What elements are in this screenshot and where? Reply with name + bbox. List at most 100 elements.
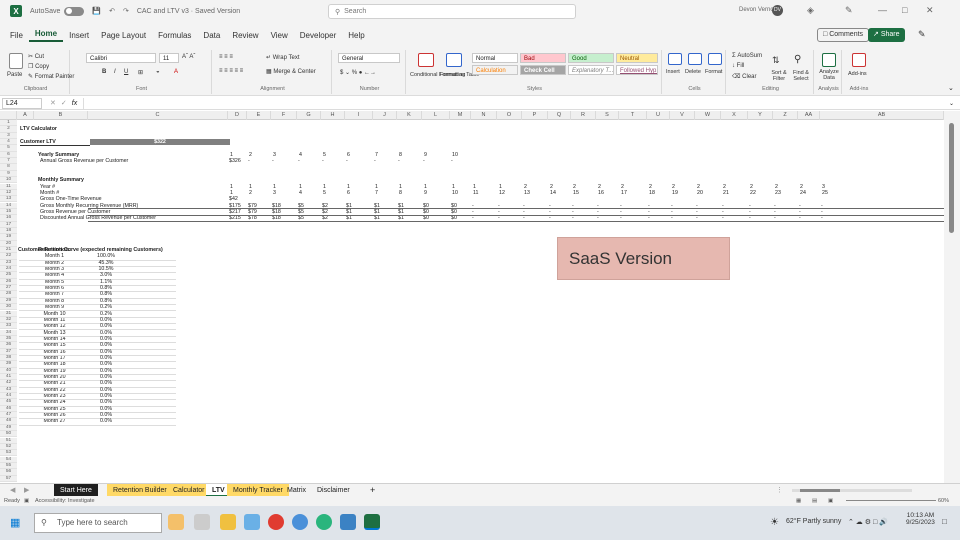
weather-app-icon[interactable] (168, 514, 184, 530)
find-select-button[interactable]: Find & Select (790, 70, 812, 82)
year-value[interactable]: 2 (649, 184, 652, 190)
task-view-icon[interactable] (194, 514, 210, 530)
month-value[interactable]: 15 (573, 190, 579, 196)
file-name[interactable]: CAC and LTV v3 · Saved Version (137, 8, 240, 15)
sort-filter-button[interactable]: Sort & Filter (768, 70, 790, 82)
format-table-icon[interactable] (446, 53, 462, 67)
column-header-p[interactable]: P (522, 111, 548, 120)
menu-data[interactable]: Data (197, 31, 226, 40)
app-icon[interactable] (244, 514, 260, 530)
annual-gross-value[interactable]: - (322, 158, 324, 164)
month-value[interactable]: 2 (249, 190, 252, 196)
row-header[interactable]: 5 (0, 145, 17, 152)
expand-formula-icon[interactable]: ⌄ (949, 100, 954, 107)
row-header[interactable]: 56 (0, 469, 17, 476)
row-header[interactable]: 51 (0, 437, 17, 444)
zoom-level[interactable]: 60% (938, 496, 949, 506)
style-bad[interactable]: Bad (520, 53, 566, 63)
sort-filter-icon[interactable]: ⇅ (772, 55, 780, 66)
column-header-t[interactable]: T (619, 111, 647, 120)
year-value[interactable]: 1 (347, 184, 350, 190)
month-value[interactable]: 19 (672, 190, 678, 196)
column-header-r[interactable]: R (571, 111, 596, 120)
menu-formulas[interactable]: Formulas (152, 31, 197, 40)
column-header-k[interactable]: K (397, 111, 422, 120)
column-header-l[interactable]: L (422, 111, 450, 120)
annual-gross-value[interactable]: - (398, 158, 400, 164)
year-number[interactable]: 9 (424, 152, 427, 158)
column-header-z[interactable]: Z (773, 111, 798, 120)
month-value[interactable]: 7 (375, 190, 378, 196)
worksheet-grid[interactable]: 1 2 3 4 5 6 7 8 9 10 11 12 13 14 15 16 17 18 19 20 21 22 23 24 2… (0, 120, 944, 483)
year-value[interactable]: 2 (672, 184, 675, 190)
menu-developer[interactable]: Developer (294, 31, 342, 40)
row-header[interactable]: 53 (0, 450, 17, 457)
fill-color-icon[interactable]: ◒ (156, 69, 160, 75)
year-number[interactable]: 6 (347, 152, 350, 158)
month-value[interactable]: 21 (723, 190, 729, 196)
annual-gross-value[interactable]: - (423, 158, 425, 164)
month-value[interactable]: 20 (697, 190, 703, 196)
redo-icon[interactable]: ↷ (123, 7, 129, 15)
column-header-j[interactable]: J (373, 111, 397, 120)
month-value[interactable]: 11 (473, 190, 479, 196)
month-value[interactable]: 24 (800, 190, 806, 196)
row-header[interactable]: 36 (0, 342, 17, 349)
paste-button[interactable]: Paste (7, 72, 22, 78)
month-value[interactable]: 6 (347, 190, 350, 196)
format-button[interactable]: Format (705, 69, 722, 75)
row-header[interactable]: 33 (0, 323, 17, 330)
style-good[interactable]: Good (568, 53, 614, 63)
column-header-v[interactable]: V (670, 111, 695, 120)
style-explanatory[interactable]: Explanatory T... (568, 65, 614, 75)
month-value[interactable]: 9 (424, 190, 427, 196)
row-header[interactable]: 30 (0, 304, 17, 311)
normal-view-icon[interactable]: ▦ (796, 496, 801, 506)
borders-icon[interactable]: ⊞ (138, 69, 143, 76)
year-value[interactable]: 1 (299, 184, 302, 190)
year-value[interactable]: 2 (697, 184, 700, 190)
month-value[interactable]: 8 (399, 190, 402, 196)
page-break-icon[interactable]: ▣ (828, 496, 833, 506)
underline-button[interactable]: U (124, 69, 128, 75)
column-header-c[interactable]: C (88, 111, 228, 120)
year-value[interactable]: 3 (822, 184, 825, 190)
row-header[interactable]: 11 (0, 183, 17, 190)
year-value[interactable]: 2 (573, 184, 576, 190)
row-header[interactable]: 2 (0, 126, 17, 133)
pen-icon[interactable]: ✎ (845, 5, 853, 16)
row-header[interactable]: 37 (0, 348, 17, 355)
delete-button[interactable]: Delete (685, 69, 701, 75)
year-value[interactable]: 2 (621, 184, 624, 190)
cancel-formula-icon[interactable]: ✕ (50, 99, 56, 107)
annual-gross-value[interactable]: - (248, 158, 250, 164)
macro-icon[interactable]: ▣ (24, 496, 29, 506)
bold-button[interactable]: B (102, 69, 106, 75)
year-value[interactable]: 1 (249, 184, 252, 190)
month-value[interactable]: 22 (750, 190, 756, 196)
column-header-f[interactable]: F (271, 111, 297, 120)
year-value[interactable]: 1 (323, 184, 326, 190)
accessibility-status[interactable]: Accessibility: Investigate (35, 496, 95, 506)
fx-label[interactable]: fx (72, 100, 77, 107)
analyze-data-icon[interactable] (822, 53, 836, 67)
month-value[interactable]: 16 (598, 190, 604, 196)
row-header[interactable]: 17 (0, 221, 17, 228)
column-header-ab[interactable]: AB (820, 111, 944, 120)
column-header-q[interactable]: Q (548, 111, 571, 120)
year-number[interactable]: 4 (299, 152, 302, 158)
copy-button[interactable]: ❐ Copy (28, 63, 49, 70)
number-format-select[interactable]: General (338, 53, 400, 63)
name-box[interactable]: L24 (2, 97, 42, 109)
find-icon[interactable]: ⚲ (794, 54, 801, 65)
notifications-icon[interactable]: □ (942, 517, 947, 526)
row-header[interactable]: 48 (0, 418, 17, 425)
close-icon[interactable]: ✕ (926, 5, 934, 16)
menu-insert[interactable]: Insert (63, 31, 95, 40)
clock[interactable]: 10:13 AM 9/25/2023 (906, 512, 935, 526)
style-normal[interactable]: Normal (472, 53, 518, 63)
edit-icon[interactable]: ✎ (918, 29, 926, 40)
zoom-slider[interactable] (846, 500, 936, 501)
column-header-u[interactable]: U (647, 111, 670, 120)
align-top-icon[interactable]: ≡ ≡ ≡ (219, 54, 233, 60)
